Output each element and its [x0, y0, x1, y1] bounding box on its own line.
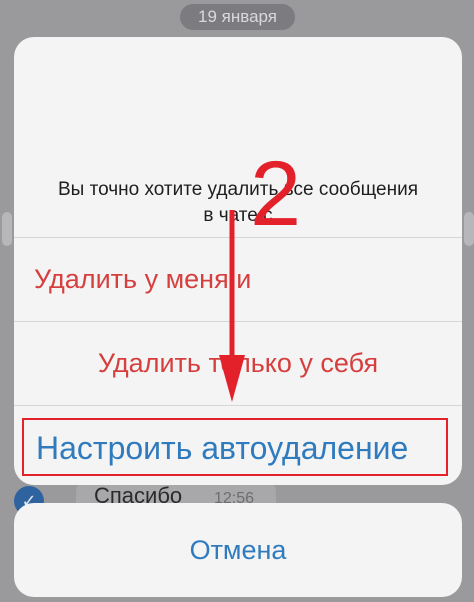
arrow-down-icon	[219, 210, 245, 402]
